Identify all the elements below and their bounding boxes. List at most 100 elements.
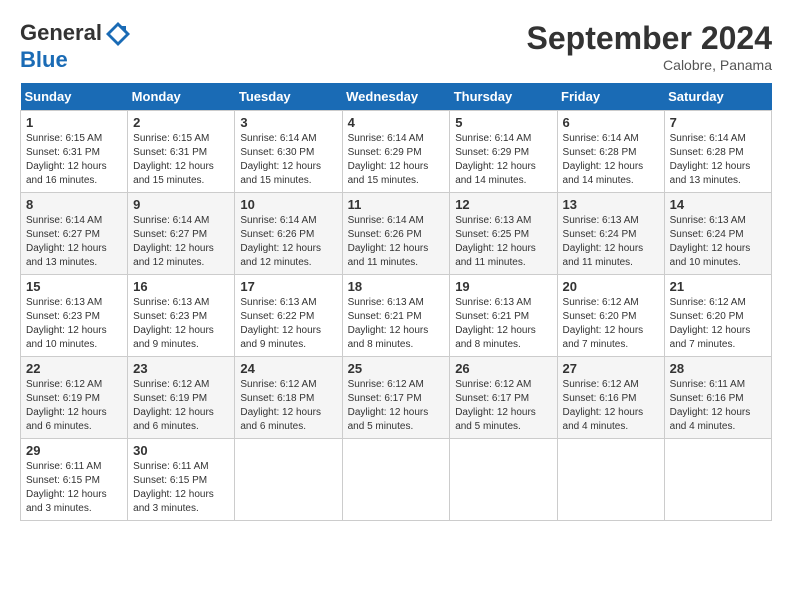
day-info: Sunrise: 6:12 AM Sunset: 6:17 PM Dayligh… <box>348 378 445 434</box>
calendar-week-1: 1 Sunrise: 6:15 AM Sunset: 6:31 PM Dayli… <box>21 111 772 193</box>
day-header-thursday: Thursday <box>450 83 557 111</box>
day-header-tuesday: Tuesday <box>235 83 342 111</box>
calendar-week-4: 22 Sunrise: 6:12 AM Sunset: 6:19 PM Dayl… <box>21 357 772 439</box>
calendar-cell: 22 Sunrise: 6:12 AM Sunset: 6:19 PM Dayl… <box>21 357 128 439</box>
calendar-cell <box>235 439 342 521</box>
logo: General Blue <box>20 20 134 72</box>
calendar-cell: 11 Sunrise: 6:14 AM Sunset: 6:26 PM Dayl… <box>342 193 450 275</box>
calendar-cell: 27 Sunrise: 6:12 AM Sunset: 6:16 PM Dayl… <box>557 357 664 439</box>
day-info: Sunrise: 6:13 AM Sunset: 6:22 PM Dayligh… <box>240 296 336 352</box>
day-info: Sunrise: 6:14 AM Sunset: 6:27 PM Dayligh… <box>133 214 229 270</box>
calendar-cell: 8 Sunrise: 6:14 AM Sunset: 6:27 PM Dayli… <box>21 193 128 275</box>
day-number: 9 <box>133 197 229 212</box>
day-number: 13 <box>563 197 659 212</box>
calendar-cell: 29 Sunrise: 6:11 AM Sunset: 6:15 PM Dayl… <box>21 439 128 521</box>
day-info: Sunrise: 6:14 AM Sunset: 6:30 PM Dayligh… <box>240 132 336 188</box>
calendar-cell: 23 Sunrise: 6:12 AM Sunset: 6:19 PM Dayl… <box>128 357 235 439</box>
logo-blue: Blue <box>20 48 134 72</box>
month-title: September 2024 <box>527 20 772 57</box>
calendar-cell <box>450 439 557 521</box>
day-info: Sunrise: 6:14 AM Sunset: 6:29 PM Dayligh… <box>455 132 551 188</box>
calendar-cell: 15 Sunrise: 6:13 AM Sunset: 6:23 PM Dayl… <box>21 275 128 357</box>
day-info: Sunrise: 6:12 AM Sunset: 6:19 PM Dayligh… <box>133 378 229 434</box>
day-info: Sunrise: 6:13 AM Sunset: 6:21 PM Dayligh… <box>348 296 445 352</box>
day-info: Sunrise: 6:11 AM Sunset: 6:15 PM Dayligh… <box>133 460 229 516</box>
day-info: Sunrise: 6:13 AM Sunset: 6:23 PM Dayligh… <box>26 296 122 352</box>
day-number: 19 <box>455 279 551 294</box>
calendar-cell: 16 Sunrise: 6:13 AM Sunset: 6:23 PM Dayl… <box>128 275 235 357</box>
calendar-header-row: SundayMondayTuesdayWednesdayThursdayFrid… <box>21 83 772 111</box>
calendar-cell: 30 Sunrise: 6:11 AM Sunset: 6:15 PM Dayl… <box>128 439 235 521</box>
day-number: 29 <box>26 443 122 458</box>
day-info: Sunrise: 6:11 AM Sunset: 6:15 PM Dayligh… <box>26 460 122 516</box>
day-info: Sunrise: 6:15 AM Sunset: 6:31 PM Dayligh… <box>133 132 229 188</box>
day-number: 2 <box>133 115 229 130</box>
day-info: Sunrise: 6:12 AM Sunset: 6:19 PM Dayligh… <box>26 378 122 434</box>
calendar-week-5: 29 Sunrise: 6:11 AM Sunset: 6:15 PM Dayl… <box>21 439 772 521</box>
day-number: 22 <box>26 361 122 376</box>
title-block: September 2024 Calobre, Panama <box>527 20 772 73</box>
calendar-cell: 6 Sunrise: 6:14 AM Sunset: 6:28 PM Dayli… <box>557 111 664 193</box>
calendar-cell: 4 Sunrise: 6:14 AM Sunset: 6:29 PM Dayli… <box>342 111 450 193</box>
calendar-cell <box>342 439 450 521</box>
calendar-cell: 21 Sunrise: 6:12 AM Sunset: 6:20 PM Dayl… <box>664 275 771 357</box>
day-number: 30 <box>133 443 229 458</box>
day-number: 28 <box>670 361 766 376</box>
calendar-cell: 14 Sunrise: 6:13 AM Sunset: 6:24 PM Dayl… <box>664 193 771 275</box>
day-number: 3 <box>240 115 336 130</box>
calendar-week-3: 15 Sunrise: 6:13 AM Sunset: 6:23 PM Dayl… <box>21 275 772 357</box>
logo-general: General <box>20 20 102 45</box>
calendar-week-2: 8 Sunrise: 6:14 AM Sunset: 6:27 PM Dayli… <box>21 193 772 275</box>
day-number: 15 <box>26 279 122 294</box>
calendar-cell: 28 Sunrise: 6:11 AM Sunset: 6:16 PM Dayl… <box>664 357 771 439</box>
calendar-cell: 10 Sunrise: 6:14 AM Sunset: 6:26 PM Dayl… <box>235 193 342 275</box>
calendar-cell: 1 Sunrise: 6:15 AM Sunset: 6:31 PM Dayli… <box>21 111 128 193</box>
calendar-cell: 3 Sunrise: 6:14 AM Sunset: 6:30 PM Dayli… <box>235 111 342 193</box>
calendar-table: SundayMondayTuesdayWednesdayThursdayFrid… <box>20 83 772 521</box>
day-info: Sunrise: 6:14 AM Sunset: 6:29 PM Dayligh… <box>348 132 445 188</box>
calendar-cell: 5 Sunrise: 6:14 AM Sunset: 6:29 PM Dayli… <box>450 111 557 193</box>
day-number: 5 <box>455 115 551 130</box>
calendar-cell <box>557 439 664 521</box>
calendar-cell: 13 Sunrise: 6:13 AM Sunset: 6:24 PM Dayl… <box>557 193 664 275</box>
day-number: 8 <box>26 197 122 212</box>
day-info: Sunrise: 6:12 AM Sunset: 6:20 PM Dayligh… <box>670 296 766 352</box>
day-number: 20 <box>563 279 659 294</box>
calendar-cell: 18 Sunrise: 6:13 AM Sunset: 6:21 PM Dayl… <box>342 275 450 357</box>
day-info: Sunrise: 6:13 AM Sunset: 6:24 PM Dayligh… <box>670 214 766 270</box>
day-info: Sunrise: 6:13 AM Sunset: 6:23 PM Dayligh… <box>133 296 229 352</box>
day-number: 6 <box>563 115 659 130</box>
calendar-cell: 19 Sunrise: 6:13 AM Sunset: 6:21 PM Dayl… <box>450 275 557 357</box>
day-number: 24 <box>240 361 336 376</box>
calendar-cell: 26 Sunrise: 6:12 AM Sunset: 6:17 PM Dayl… <box>450 357 557 439</box>
day-number: 12 <box>455 197 551 212</box>
day-number: 10 <box>240 197 336 212</box>
day-header-saturday: Saturday <box>664 83 771 111</box>
day-header-wednesday: Wednesday <box>342 83 450 111</box>
day-number: 25 <box>348 361 445 376</box>
day-number: 27 <box>563 361 659 376</box>
day-info: Sunrise: 6:15 AM Sunset: 6:31 PM Dayligh… <box>26 132 122 188</box>
calendar-cell: 2 Sunrise: 6:15 AM Sunset: 6:31 PM Dayli… <box>128 111 235 193</box>
calendar-cell: 24 Sunrise: 6:12 AM Sunset: 6:18 PM Dayl… <box>235 357 342 439</box>
day-info: Sunrise: 6:12 AM Sunset: 6:18 PM Dayligh… <box>240 378 336 434</box>
day-number: 4 <box>348 115 445 130</box>
day-info: Sunrise: 6:12 AM Sunset: 6:16 PM Dayligh… <box>563 378 659 434</box>
day-info: Sunrise: 6:14 AM Sunset: 6:27 PM Dayligh… <box>26 214 122 270</box>
page-header: General Blue September 2024 Calobre, Pan… <box>20 20 772 73</box>
calendar-cell: 9 Sunrise: 6:14 AM Sunset: 6:27 PM Dayli… <box>128 193 235 275</box>
day-number: 1 <box>26 115 122 130</box>
day-number: 14 <box>670 197 766 212</box>
location-subtitle: Calobre, Panama <box>527 57 772 73</box>
day-info: Sunrise: 6:12 AM Sunset: 6:20 PM Dayligh… <box>563 296 659 352</box>
calendar-cell: 20 Sunrise: 6:12 AM Sunset: 6:20 PM Dayl… <box>557 275 664 357</box>
day-number: 21 <box>670 279 766 294</box>
day-header-friday: Friday <box>557 83 664 111</box>
day-info: Sunrise: 6:14 AM Sunset: 6:28 PM Dayligh… <box>563 132 659 188</box>
calendar-cell: 12 Sunrise: 6:13 AM Sunset: 6:25 PM Dayl… <box>450 193 557 275</box>
day-number: 18 <box>348 279 445 294</box>
day-info: Sunrise: 6:12 AM Sunset: 6:17 PM Dayligh… <box>455 378 551 434</box>
day-info: Sunrise: 6:14 AM Sunset: 6:26 PM Dayligh… <box>240 214 336 270</box>
day-header-monday: Monday <box>128 83 235 111</box>
calendar-cell: 7 Sunrise: 6:14 AM Sunset: 6:28 PM Dayli… <box>664 111 771 193</box>
